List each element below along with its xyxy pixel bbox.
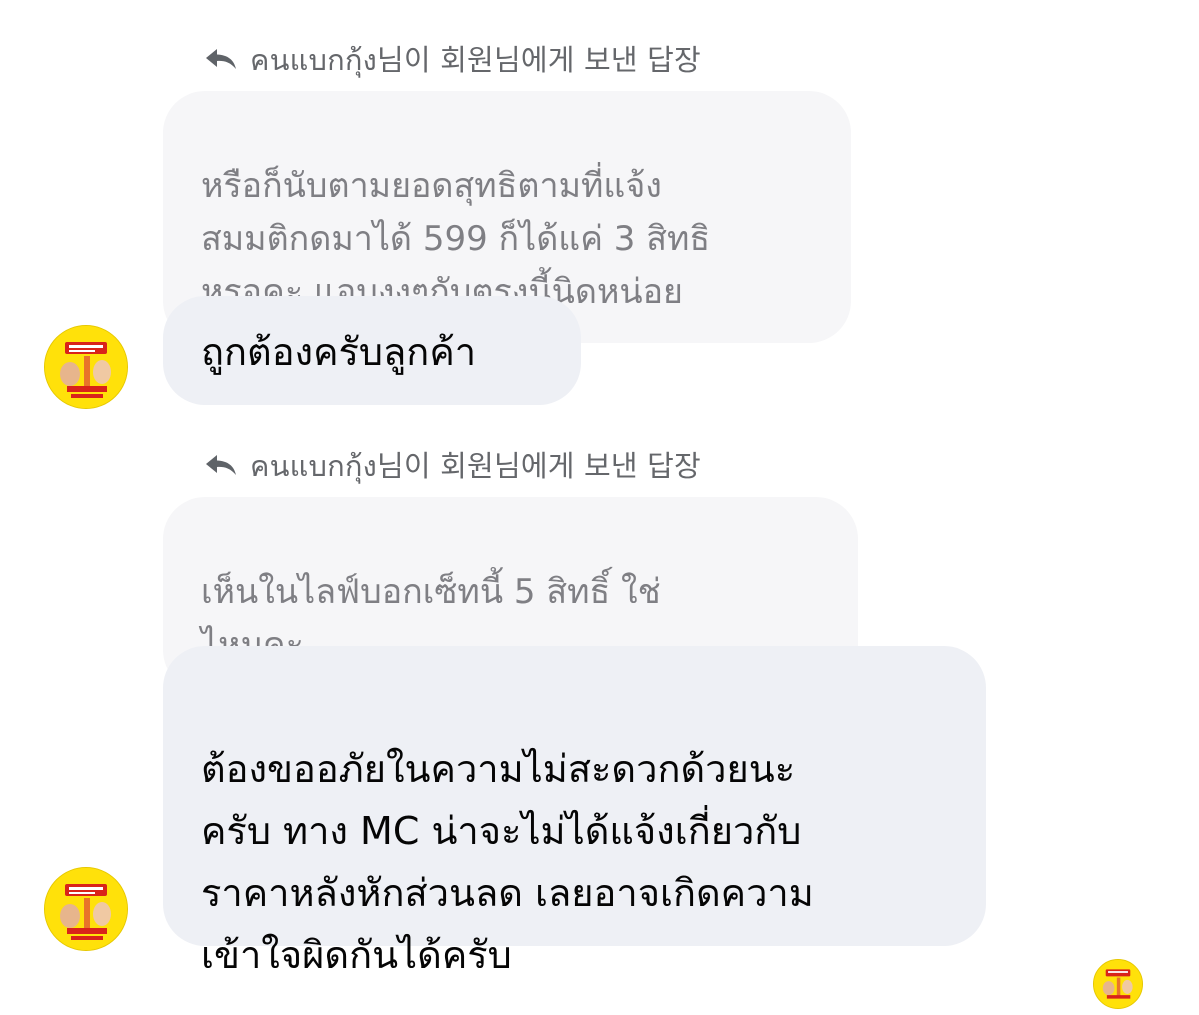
reply-header: คนแบกกุ้ง님이 회원님에게 보낸 답장	[202, 443, 701, 489]
sender-avatar[interactable]	[44, 325, 128, 409]
reply-arrow-icon	[202, 450, 240, 482]
shop-avatar	[45, 868, 127, 950]
read-receipt-avatar	[1093, 959, 1143, 1009]
reply-message-text: ต้องขออภัยในความไม่สะดวกด้วยนะ ครับ ทาง …	[201, 747, 814, 977]
reply-arrow-icon	[202, 44, 240, 76]
reply-header-text: คนแบกกุ้ง님이 회원님에게 보낸 답장	[250, 449, 701, 483]
reply-header-text: คนแบกกุ้ง님이 회원님에게 보낸 답장	[250, 43, 701, 77]
reply-message[interactable]: ต้องขออภัยในความไม่สะดวกด้วยนะ ครับ ทาง …	[163, 646, 986, 977]
reply-header: คนแบกกุ้ง님이 회원님에게 보낸 답장	[202, 37, 701, 83]
sender-avatar[interactable]	[44, 867, 128, 951]
quoted-message-text: หรือก็นับตามยอดสุทธิตามที่แจ้ง สมมติกดมา…	[201, 166, 711, 312]
shop-avatar	[45, 326, 127, 408]
reply-message-text: ถูกต้องครับลูกค้า	[201, 330, 477, 374]
shop-avatar	[1094, 960, 1142, 1008]
reply-message[interactable]: ถูกต้องครับลูกค้า	[163, 296, 581, 405]
